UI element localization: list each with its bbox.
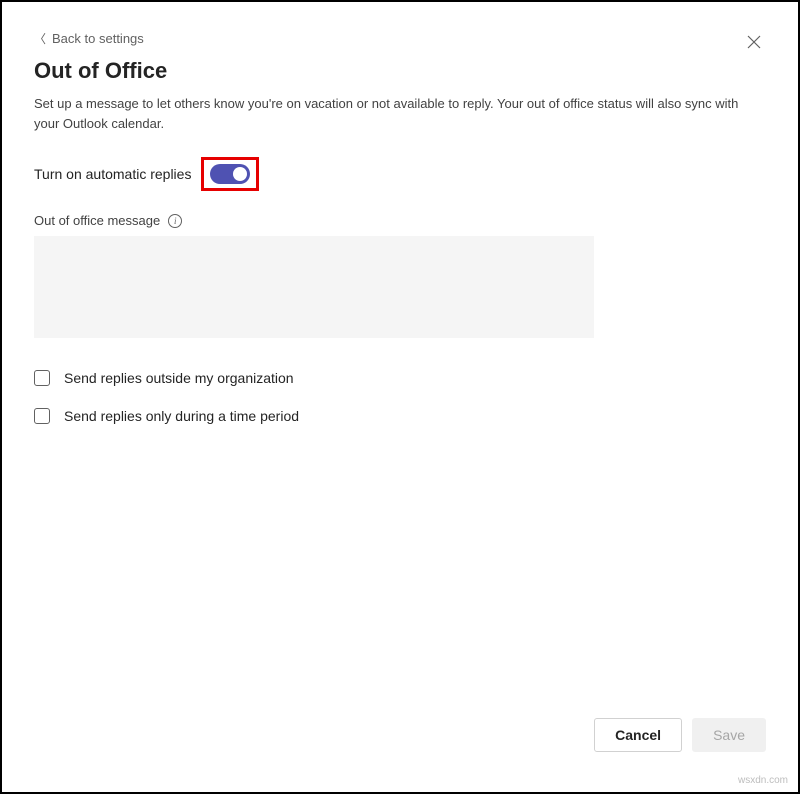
page-description: Set up a message to let others know you'…	[34, 94, 754, 133]
close-button[interactable]	[742, 30, 766, 58]
toggle-knob	[233, 167, 247, 181]
outside-org-label[interactable]: Send replies outside my organization	[64, 370, 294, 386]
info-icon[interactable]: i	[168, 214, 182, 228]
back-to-settings-link[interactable]: 〈 Back to settings	[34, 30, 144, 47]
message-label: Out of office message	[34, 213, 160, 228]
time-period-checkbox[interactable]	[34, 408, 50, 424]
toggle-highlight-box	[201, 157, 259, 191]
watermark: wsxdn.com	[738, 775, 788, 786]
toggle-label: Turn on automatic replies	[34, 166, 191, 182]
chevron-left-icon: 〈	[34, 30, 46, 47]
header-row: 〈 Back to settings	[34, 30, 766, 58]
time-period-checkbox-row: Send replies only during a time period	[34, 408, 766, 424]
dialog-footer: Cancel Save	[34, 718, 766, 764]
automatic-replies-toggle-row: Turn on automatic replies	[34, 157, 766, 191]
outside-org-checkbox-row: Send replies outside my organization	[34, 370, 766, 386]
automatic-replies-toggle[interactable]	[210, 164, 250, 184]
back-link-label: Back to settings	[52, 31, 144, 46]
close-icon	[746, 34, 762, 50]
time-period-label[interactable]: Send replies only during a time period	[64, 408, 299, 424]
message-label-row: Out of office message i	[34, 213, 766, 228]
outside-org-checkbox[interactable]	[34, 370, 50, 386]
cancel-button[interactable]: Cancel	[594, 718, 682, 752]
page-title: Out of Office	[34, 58, 766, 84]
out-of-office-message-input[interactable]	[34, 236, 594, 338]
save-button[interactable]: Save	[692, 718, 766, 752]
out-of-office-dialog: 〈 Back to settings Out of Office Set up …	[2, 2, 798, 792]
